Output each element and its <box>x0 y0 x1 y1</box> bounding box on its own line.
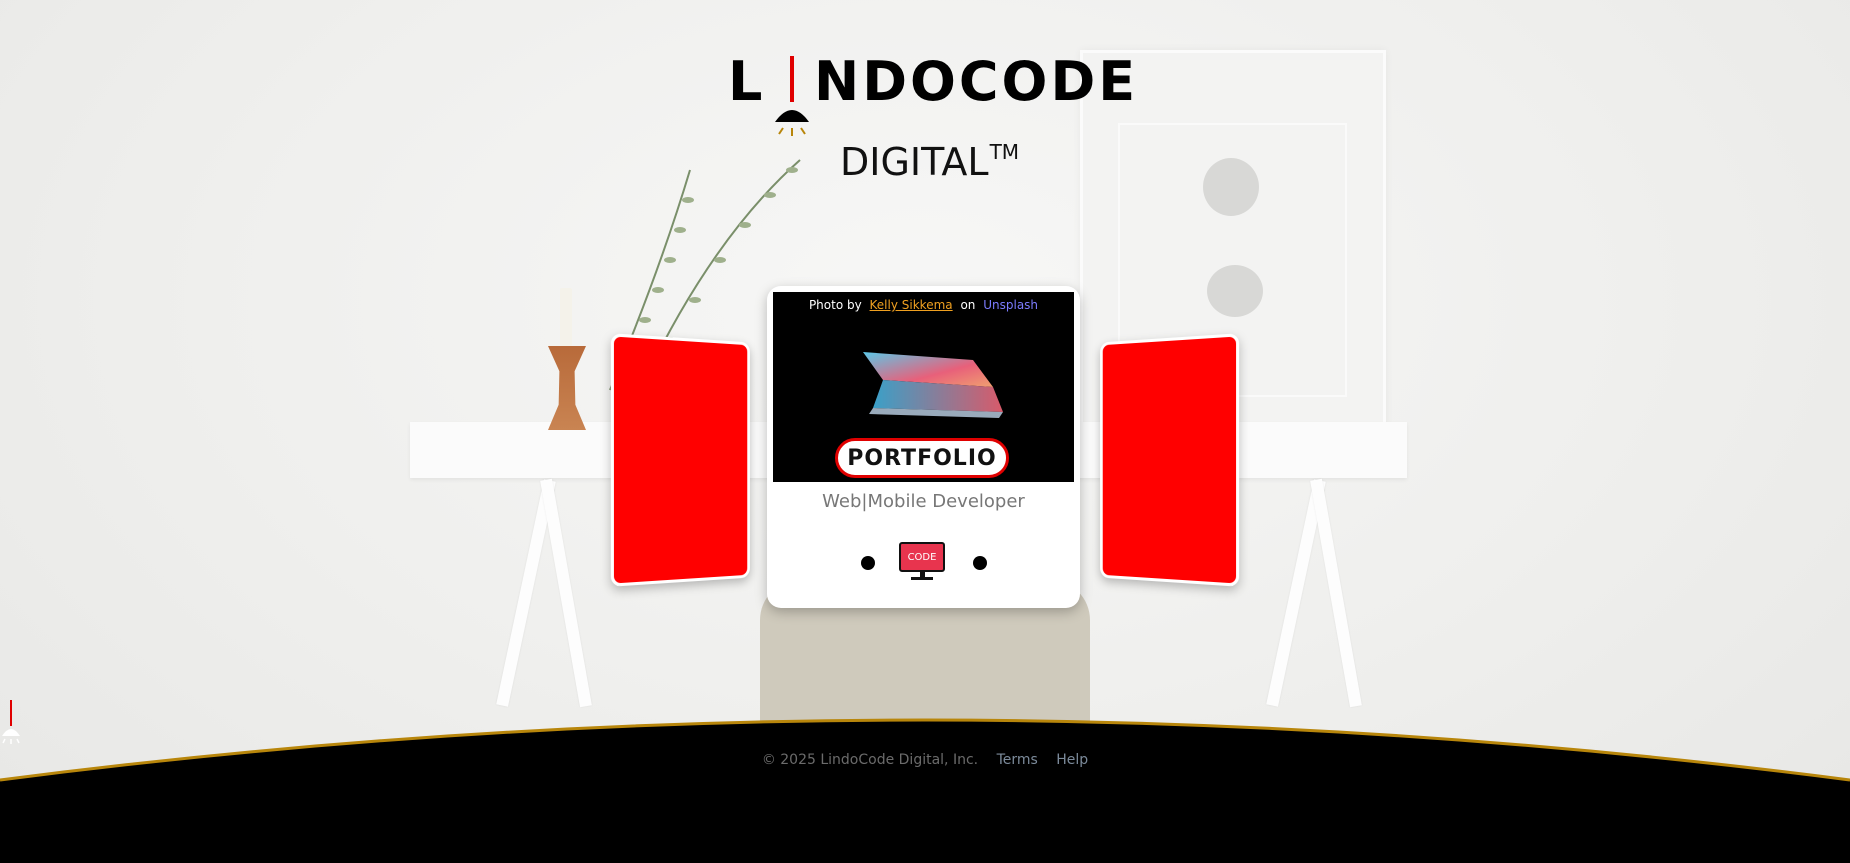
carousel-prev-dot[interactable] <box>861 556 875 570</box>
trademark: TM <box>989 140 1020 164</box>
photo-credit: Photo by Kelly Sikkema on Unsplash <box>808 298 1039 312</box>
frame-art-circle <box>1203 158 1259 216</box>
footer-lamp-icon <box>2 700 20 744</box>
portfolio-button[interactable]: PORTFOLIO <box>835 438 1009 478</box>
footer: © 2025 LindoCode Digital, Inc. Terms Hel… <box>0 700 1850 863</box>
candle <box>560 288 572 346</box>
code-monitor-icon[interactable]: CODE <box>899 542 947 582</box>
footer-curve <box>0 718 1850 863</box>
unsplash-link[interactable]: Unsplash <box>983 298 1038 312</box>
carousel-controls: CODE <box>767 542 1080 582</box>
photo-author-link[interactable]: Kelly Sikkema <box>870 298 953 312</box>
footer-links: © 2025 LindoCode Digital, Inc. Terms Hel… <box>0 752 1850 768</box>
help-link[interactable]: Help <box>1056 752 1088 768</box>
carousel-card-portfolio: Photo by Kelly Sikkema on Unsplash PORTF… <box>767 286 1080 608</box>
card-subtitle: Web|Mobile Developer <box>822 491 1025 512</box>
copyright-text: © 2025 LindoCode Digital, Inc. <box>761 752 979 768</box>
lamp-icon <box>775 56 809 136</box>
carousel-card-left[interactable] <box>610 333 750 587</box>
logo-text-first: L <box>728 50 766 113</box>
carousel-card-right[interactable] <box>1100 333 1240 587</box>
logo-digital: DIGITALTM <box>840 140 1020 184</box>
brand-logo[interactable]: L NDOCODE DIGITALTM <box>728 48 1135 198</box>
candle-holder <box>548 346 586 430</box>
frame-art-circle <box>1207 265 1263 317</box>
laptop-image <box>863 352 1003 418</box>
carousel-next-dot[interactable] <box>973 556 987 570</box>
logo-text-rest: NDOCODE <box>814 50 1139 113</box>
card-photo: Photo by Kelly Sikkema on Unsplash PORTF… <box>773 292 1074 482</box>
terms-link[interactable]: Terms <box>997 752 1038 768</box>
